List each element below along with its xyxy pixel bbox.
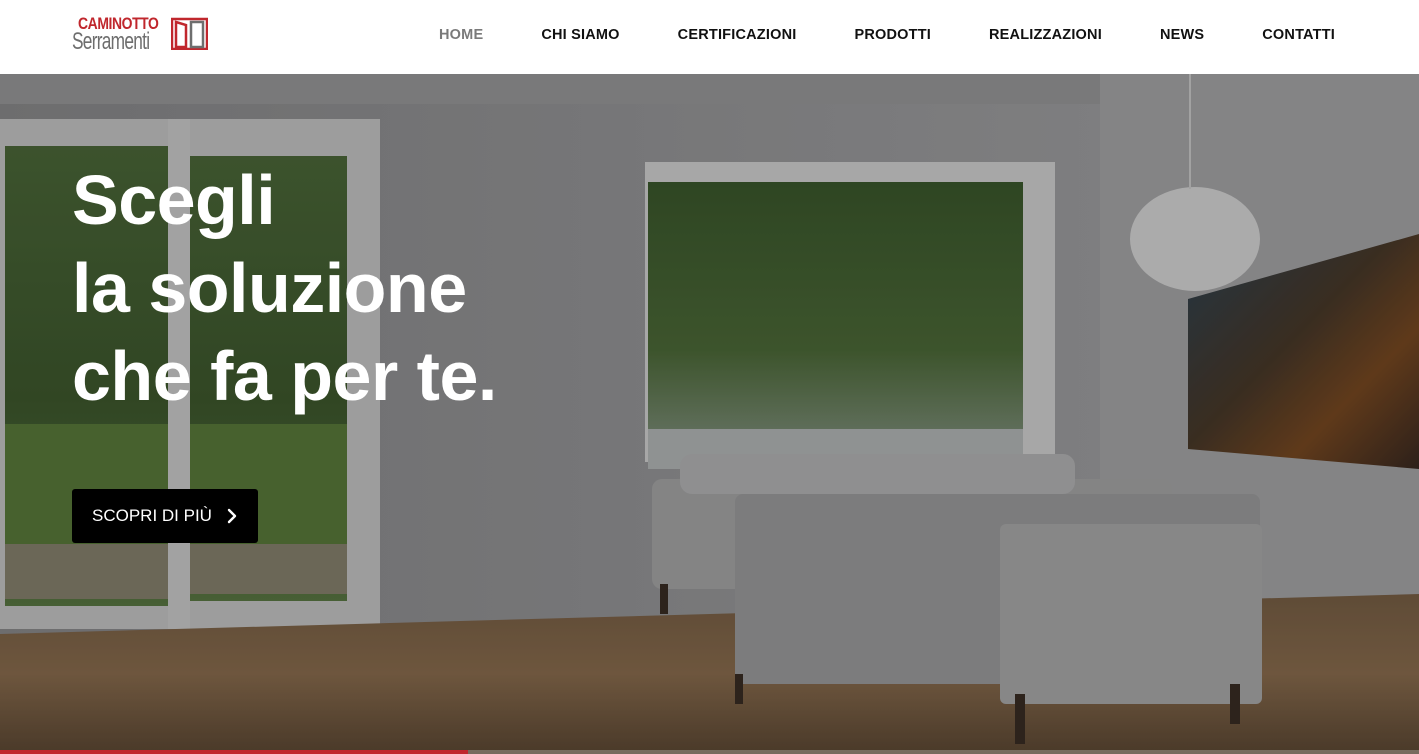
window-frame-icon [171,17,208,50]
nav-news[interactable]: NEWS [1160,27,1204,43]
brand-name-bottom: Serramenti [72,28,150,55]
slide-progress-fill [0,750,469,754]
hero-headline-line: Scegli [72,161,276,239]
nav-certificazioni[interactable]: CERTIFICAZIONI [678,27,797,43]
slide-progress-bar [0,750,1419,754]
brand-logo[interactable]: CAMINOTTO Serramenti [72,14,212,58]
nav-contatti[interactable]: CONTATTI [1262,27,1335,43]
hero-headline-line: che fa per te. [72,337,497,415]
nav-realizzazioni[interactable]: REALIZZAZIONI [989,27,1102,43]
hero-slider: Scegli la soluzione che fa per te. SCOPR… [0,74,1419,754]
chevron-right-icon [227,508,237,524]
nav-home[interactable]: HOME [439,27,483,43]
hero-headline: Scegli la soluzione che fa per te. [72,156,497,420]
scopri-di-piu-button[interactable]: SCOPRI DI PIÙ [72,489,258,543]
nav-chi-siamo[interactable]: CHI SIAMO [541,27,619,43]
site-header: CAMINOTTO Serramenti HOME CHI SIAMO CERT… [0,0,1419,74]
hero-headline-line: la soluzione [72,249,467,327]
main-nav: HOME CHI SIAMO CERTIFICAZIONI PRODOTTI R… [439,0,1335,70]
nav-prodotti[interactable]: PRODOTTI [854,27,931,43]
cta-label: SCOPRI DI PIÙ [92,506,212,525]
